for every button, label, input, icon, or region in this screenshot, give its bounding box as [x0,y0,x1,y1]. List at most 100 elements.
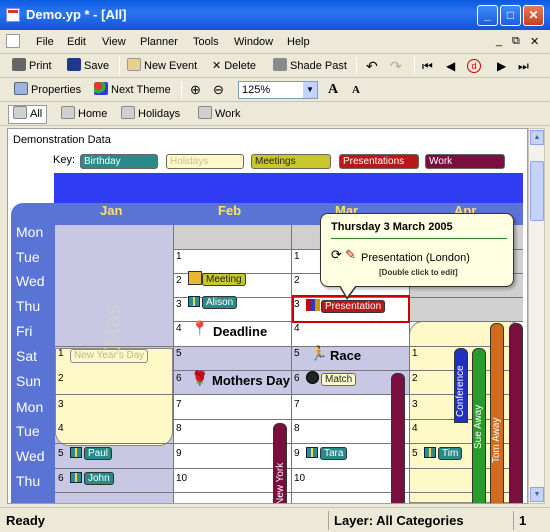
menu-view[interactable]: View [102,36,126,48]
new-years-event[interactable]: New Year's Day [70,349,149,363]
page-status: 1 [519,513,527,528]
save-button[interactable]: Save [67,58,109,74]
john-event[interactable]: John [70,472,114,485]
paul-event[interactable]: Paul [70,447,113,460]
meeting-event[interactable]: Meeting [188,271,246,286]
gift-icon [188,296,200,307]
match-event[interactable]: Match [306,371,357,386]
status-bar: Ready Layer: All Categories 1 [0,507,550,532]
deadline-event[interactable]: Deadline [213,324,267,339]
delete-label: Delete [224,60,257,72]
printer-icon [12,58,26,71]
gift-icon [188,271,202,285]
alison-event[interactable]: Alison [188,296,238,309]
gift-icon [306,447,318,458]
zoom-in-icon[interactable]: ⊕ [190,82,201,98]
scroll-thumb[interactable] [530,161,544,221]
tooltip-date: Thursday 3 March 2005 [331,221,453,233]
mar-day-7: 7 [294,399,300,410]
work-bar[interactable] [391,373,405,503]
menu-help[interactable]: Help [287,36,310,48]
feb-day-5: 5 [176,348,182,359]
prev-icon[interactable]: ◀ [446,58,455,74]
match-label: Match [321,373,357,386]
minimize-button[interactable]: _ [477,5,498,26]
next-icon[interactable]: ▶ [497,58,506,74]
jan-day-1: 1 [58,348,64,359]
today-icon[interactable]: d [467,59,481,73]
tab-holidays-icon [121,106,135,119]
mar-day-2: 2 [294,275,300,286]
app-icon[interactable] [6,8,20,22]
delete-icon: ✕ [212,60,222,72]
main-toolbar: Print Save New Event ✕ Delete Shade Past … [0,54,550,78]
mothers-day-event[interactable]: Mothers Day [212,373,290,388]
mar-day-1: 1 [294,251,300,262]
menu-edit[interactable]: Edit [67,36,86,48]
zoom-select[interactable]: 125% ▼ [238,81,318,99]
event-tooltip: Thursday 3 March 2005 ⟳ ✎ Presentation (… [320,213,514,300]
key-holidays: Holidays [166,154,244,169]
race-event[interactable]: Race [330,348,361,363]
close-button[interactable]: ✕ [523,5,544,26]
jan-day-6: 6 [58,473,64,484]
tab-all-label: All [30,108,43,120]
document-icon[interactable] [6,34,20,48]
rose-icon: 🌹 [191,370,209,386]
tab-all[interactable]: All [8,105,48,124]
tim-event[interactable]: Tim [424,447,463,460]
redo-icon[interactable]: ↷ [390,58,402,74]
apr-day-2: 2 [412,373,418,384]
day-fri: Fri [16,323,33,339]
alison-label: Alison [202,296,238,309]
properties-button[interactable]: Properties [14,82,81,98]
doc-minimize-icon[interactable]: _ [496,35,502,47]
new-event-button[interactable]: New Event [127,58,197,74]
tara-event[interactable]: Tara [306,447,348,460]
pin-icon: 📍 [191,320,209,336]
work-bar-2[interactable] [509,323,523,503]
shade-past-button[interactable]: Shade Past [273,58,347,74]
feb-day-10: 10 [176,473,188,484]
format-toolbar: Properties Next Theme ⊕ ⊖ 125% ▼ A A [0,78,550,102]
presentation-event[interactable]: Presentation [306,299,386,313]
month-header-band [54,173,523,203]
presentation-label: Presentation [321,300,386,313]
next-theme-button[interactable]: Next Theme [94,82,171,98]
menu-bar: File Edit View Planner Tools Window Help… [0,30,550,54]
feb-day-2: 2 [176,275,182,286]
day-mon: Mon [16,224,44,240]
scroll-down-icon[interactable]: ▼ [530,487,544,502]
first-icon[interactable]: ⏮ [422,58,433,74]
tara-label: Tara [320,447,348,460]
feb-day-6: 6 [176,373,182,384]
undo-icon[interactable]: ↶ [366,58,378,74]
doc-restore-icon[interactable]: ⧉ [512,35,520,48]
tab-work-label: Work [215,108,241,120]
new-york-label: New York [275,462,286,504]
zoom-out-icon[interactable]: ⊖ [213,82,224,98]
last-icon[interactable]: ⏭ [518,58,529,74]
menu-tools[interactable]: Tools [193,36,219,48]
maximize-button[interactable]: □ [500,5,521,26]
menu-planner[interactable]: Planner [140,36,178,48]
delete-button[interactable]: ✕ Delete [212,58,256,74]
tab-all-icon [13,106,27,119]
font-larger-icon[interactable]: A [328,82,338,98]
print-button[interactable]: Print [12,58,52,74]
doc-close-icon[interactable]: ✕ [530,35,539,48]
tab-holidays[interactable]: Holidays [116,105,185,124]
menu-window[interactable]: Window [234,36,273,48]
planner-document[interactable]: Demonstration Data Key: Birthday Holiday… [7,128,528,504]
tab-work[interactable]: Work [193,105,245,124]
menu-file[interactable]: File [36,36,54,48]
shade-past-label: Shade Past [290,60,347,72]
apr-day-4: 4 [412,423,418,434]
tab-home[interactable]: Home [56,105,112,124]
jan-day-3: 3 [58,399,64,410]
scroll-up-icon[interactable]: ▲ [530,130,544,145]
jan-day-4: 4 [58,423,64,434]
font-smaller-icon[interactable]: A [352,82,360,98]
tom-away-label: Tom Away [491,417,502,463]
vertical-scrollbar[interactable]: ▲ ▼ [528,128,545,504]
